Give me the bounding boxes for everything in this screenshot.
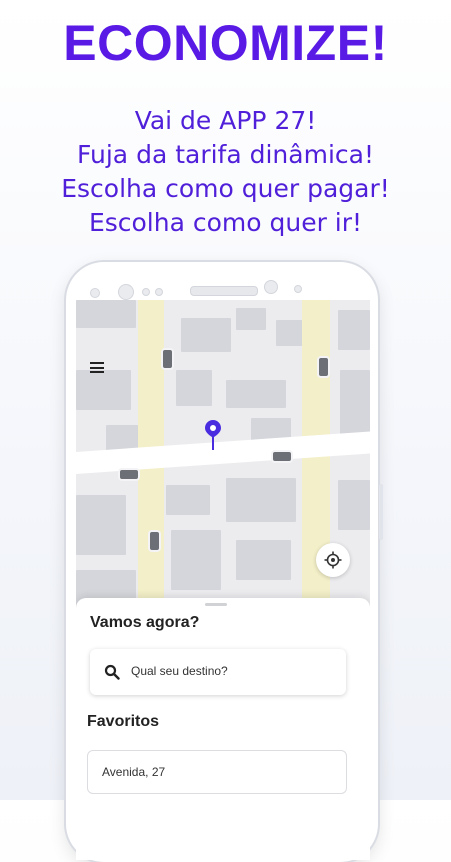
destination-search-input[interactable]: Qual seu destino? — [90, 649, 346, 695]
phone-top-bezel — [66, 262, 378, 300]
earpiece-speaker — [190, 286, 258, 296]
app-screen: Vamos agora? Qual seu destino? Favoritos… — [76, 300, 370, 860]
headline: ECONOMIZE! — [63, 15, 388, 71]
side-button — [379, 484, 383, 540]
map-building — [226, 478, 296, 522]
search-icon — [104, 664, 120, 680]
location-pin-icon — [205, 420, 221, 450]
car-marker — [317, 356, 330, 378]
bottom-sheet: Vamos agora? Qual seu destino? Favoritos… — [76, 598, 370, 860]
phone-mockup: Vamos agora? Qual seu destino? Favoritos… — [66, 262, 383, 862]
favorite-item[interactable]: Avenida, 27 — [87, 750, 347, 794]
car-marker — [148, 530, 161, 552]
map-view[interactable] — [76, 300, 370, 620]
map-building — [236, 308, 266, 330]
menu-icon[interactable] — [90, 362, 104, 373]
tagline: Fuja da tarifa dinâmica! — [77, 140, 374, 169]
tagline: Escolha como quer ir! — [88, 208, 363, 237]
map-building — [181, 318, 231, 352]
tagline: Vai de APP 27! — [134, 106, 317, 135]
proximity-sensor — [264, 280, 278, 294]
map-building — [76, 495, 126, 555]
crosshair-icon — [324, 551, 342, 569]
map-building — [340, 370, 370, 440]
sensor-dot — [294, 285, 302, 293]
sheet-drag-handle[interactable] — [205, 603, 227, 606]
car-marker — [271, 450, 293, 463]
map-building — [226, 380, 286, 408]
front-camera — [118, 284, 134, 300]
tagline: Escolha como quer pagar! — [61, 174, 390, 203]
map-building — [166, 485, 210, 515]
locate-me-button[interactable] — [316, 543, 350, 577]
map-building — [338, 310, 370, 350]
search-placeholder: Qual seu destino? — [131, 664, 228, 678]
map-building — [176, 370, 212, 406]
car-marker — [161, 348, 174, 370]
sensor-dot — [142, 288, 150, 296]
favorite-label: Avenida, 27 — [102, 765, 166, 779]
map-building — [76, 370, 131, 410]
sheet-title: Vamos agora? — [90, 614, 200, 631]
sensor-dot — [90, 288, 100, 298]
map-building — [236, 540, 291, 580]
map-building — [171, 530, 221, 590]
map-building — [338, 480, 370, 530]
favorites-title: Favoritos — [87, 713, 160, 730]
car-marker — [118, 468, 140, 481]
tagline-group: Vai de APP 27! Fuja da tarifa dinâmica! … — [0, 104, 451, 240]
map-building — [76, 300, 136, 328]
sensor-dot — [155, 288, 163, 296]
